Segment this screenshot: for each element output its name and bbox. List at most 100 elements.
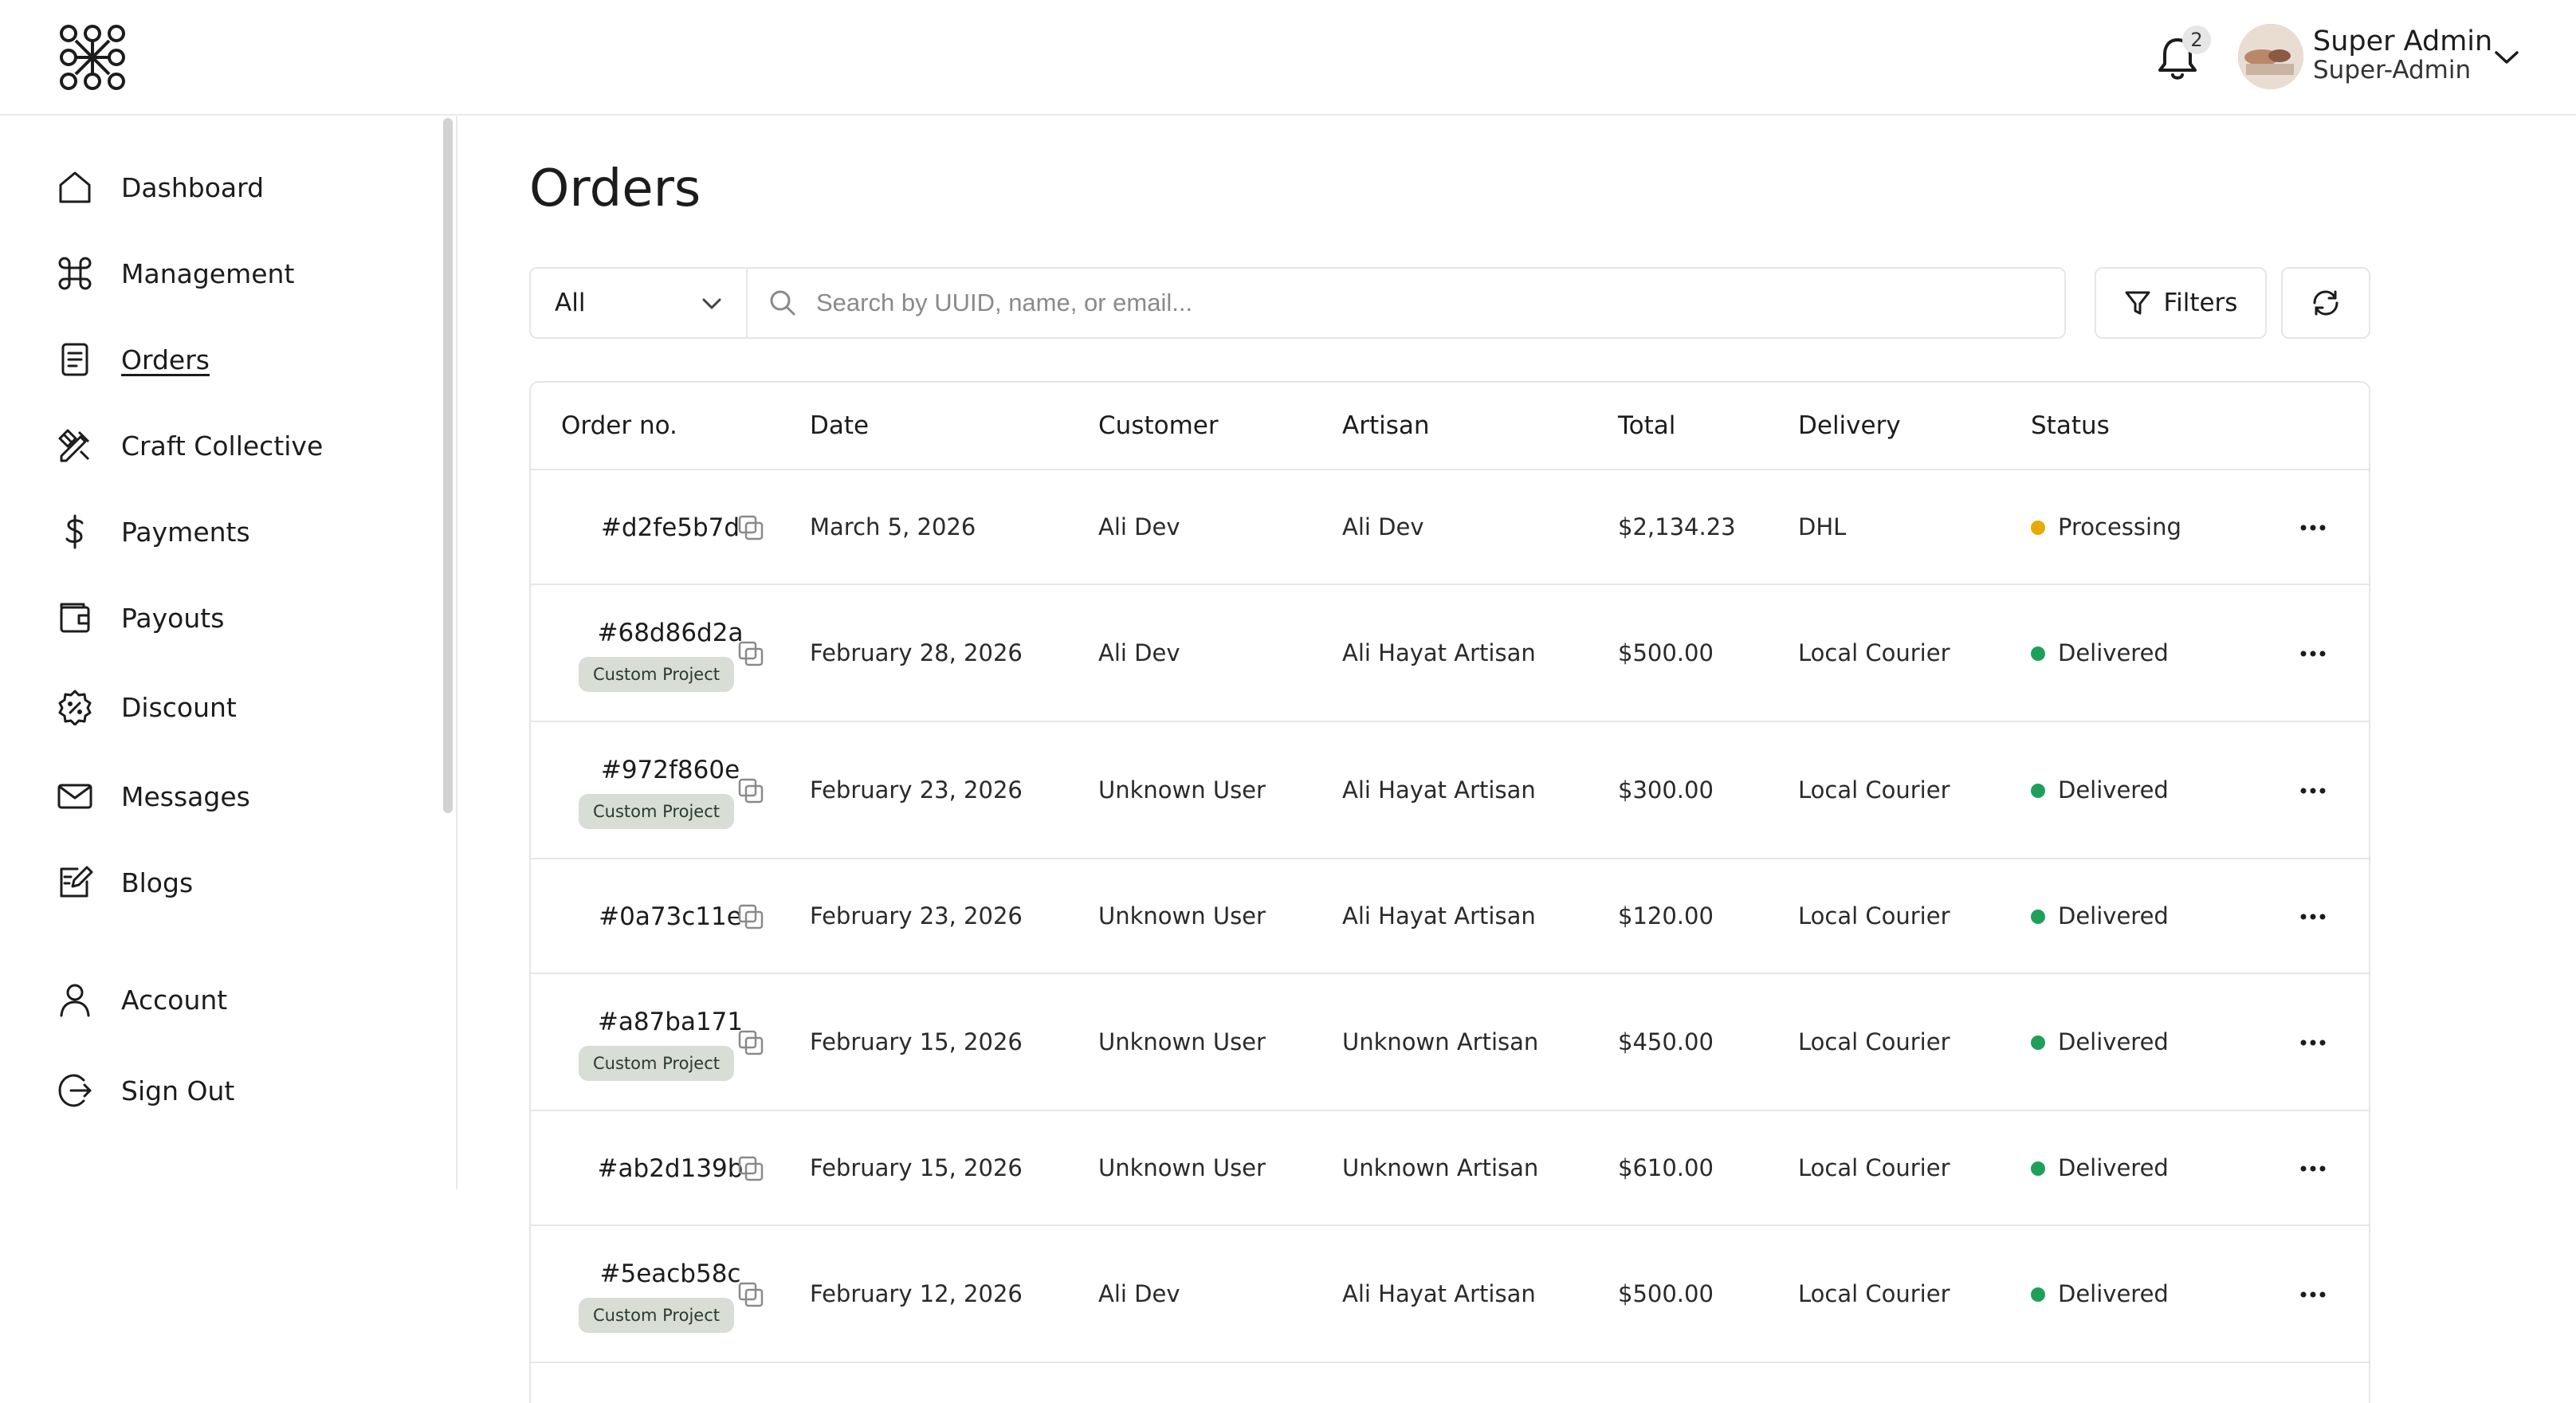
order-total: $2,134.23: [1618, 513, 1736, 540]
search-input[interactable]: [816, 289, 2012, 317]
row-actions-button[interactable]: [2289, 1279, 2337, 1311]
sidebar-scrollbar[interactable]: [443, 118, 453, 813]
sidebar-item-dashboard[interactable]: Dashboard: [54, 163, 264, 211]
refresh-button[interactable]: [2281, 267, 2370, 339]
order-artisan: Unknown Artisan: [1342, 1028, 1539, 1055]
sidebar-item-blogs[interactable]: Blogs: [54, 859, 193, 906]
table-row[interactable]: #0a73c11e February 23, 2026 Unknown User Al…: [531, 859, 2369, 974]
table-header: Order no. Date Customer Artisan Total De…: [531, 383, 2369, 470]
table-row[interactable]: #68d86d2a Custom Project February 28, 2026…: [531, 585, 2369, 722]
copy-icon[interactable]: [736, 902, 765, 931]
order-date: March 5, 2026: [810, 513, 976, 540]
discount-badge-icon: [54, 686, 96, 728]
copy-icon[interactable]: [736, 776, 765, 805]
order-total: $450.00: [1618, 1028, 1714, 1055]
more-horizontal-icon: [2300, 525, 2326, 531]
sidebar-item-management[interactable]: Management: [54, 250, 294, 297]
column-header-order-no: Order no.: [561, 411, 677, 440]
order-customer: Ali Dev: [1098, 1280, 1180, 1307]
order-delivery: Local Courier: [1798, 776, 1950, 804]
status-filter-select[interactable]: All: [529, 267, 746, 339]
sidebar-item-label: Messages: [121, 780, 250, 812]
table-row[interactable]: #d2fe5b7d March 5, 2026 Ali Dev Ali Dev $2,1…: [531, 470, 2369, 585]
custom-project-tag: Custom Project: [579, 1298, 734, 1333]
sidebar-item-label: Sign Out: [121, 1075, 235, 1106]
order-status: Delivered: [2058, 639, 2169, 666]
chevron-down-icon: [702, 298, 721, 309]
copy-icon[interactable]: [736, 1154, 765, 1183]
more-horizontal-icon: [2300, 914, 2326, 920]
filters-button[interactable]: Filters: [2095, 267, 2267, 339]
order-delivery: Local Courier: [1798, 1280, 1950, 1307]
avatar[interactable]: [2238, 24, 2303, 89]
sign-out-icon: [54, 1070, 96, 1111]
tools-icon: [54, 425, 96, 466]
chevron-down-icon[interactable]: [2493, 48, 2520, 67]
order-customer: Unknown User: [1098, 1154, 1266, 1181]
row-actions-button[interactable]: [2289, 638, 2337, 670]
order-status: Delivered: [2058, 776, 2169, 804]
table-row[interactable]: #972f860e Custom Project February 23, 2026…: [531, 722, 2369, 859]
order-status: Delivered: [2058, 1154, 2169, 1181]
order-delivery: Local Courier: [1798, 1154, 1950, 1181]
sidebar-item-discount[interactable]: Discount: [54, 683, 237, 731]
column-header-delivery: Delivery: [1798, 411, 1901, 440]
order-total: $500.00: [1618, 1280, 1714, 1307]
order-customer: Unknown User: [1098, 776, 1266, 804]
sidebar-item-label: Account: [121, 984, 228, 1016]
user-icon: [54, 979, 96, 1020]
status-dot: [2031, 1036, 2045, 1050]
sidebar-item-label: Orders: [121, 344, 210, 375]
table-row[interactable]: #5eacb58c Custom Project February 12, 2026…: [531, 1226, 2369, 1363]
order-id: #0a73c11e: [599, 902, 742, 931]
row-actions-button[interactable]: [2289, 512, 2337, 544]
document-icon: [54, 339, 96, 380]
row-actions-button[interactable]: [2289, 901, 2337, 933]
sidebar-item-payments[interactable]: Payments: [54, 508, 250, 556]
more-horizontal-icon: [2300, 650, 2326, 657]
sidebar-item-orders[interactable]: Orders: [54, 336, 210, 383]
sidebar-item-payouts[interactable]: Payouts: [54, 594, 224, 642]
sidebar-item-label: Management: [121, 257, 295, 289]
status-dot: [2031, 646, 2045, 661]
sidebar-item-account[interactable]: Account: [54, 976, 227, 1024]
copy-icon[interactable]: [736, 1028, 765, 1057]
order-delivery: Local Courier: [1798, 902, 1950, 929]
status-filter-value: All: [555, 289, 586, 317]
page-title: Orders: [529, 159, 701, 218]
status-dot: [2031, 910, 2045, 924]
order-artisan: Unknown Artisan: [1342, 1154, 1539, 1181]
column-header-total: Total: [1618, 411, 1676, 440]
order-date: February 28, 2026: [810, 639, 1023, 666]
order-total: $120.00: [1618, 902, 1714, 929]
refresh-icon: [2313, 290, 2338, 316]
order-delivery: DHL: [1798, 513, 1847, 540]
copy-icon[interactable]: [736, 1280, 765, 1309]
sidebar-item-label: Blogs: [121, 867, 194, 898]
order-id: #d2fe5b7d: [600, 513, 740, 542]
order-status: Delivered: [2058, 902, 2169, 929]
table-row[interactable]: #ab2d139b February 15, 2026 Unknown User Un…: [531, 1111, 2369, 1226]
top-bar: 2 Super Admin Super-Admin: [0, 0, 2576, 116]
sidebar-item-craft-collective[interactable]: Craft Collective: [54, 422, 323, 470]
logo-icon[interactable]: [57, 22, 128, 92]
sidebar-item-label: Payouts: [121, 602, 225, 634]
dollar-icon: [54, 511, 96, 552]
table-row[interactable]: #a87ba171 Custom Project February 15, 2026…: [531, 974, 2369, 1111]
order-date: February 15, 2026: [810, 1028, 1023, 1055]
row-actions-button[interactable]: [2289, 775, 2337, 807]
copy-icon[interactable]: [736, 513, 765, 542]
mail-icon: [54, 776, 96, 817]
row-actions-button[interactable]: [2289, 1153, 2337, 1185]
row-actions-button[interactable]: [2289, 1027, 2337, 1059]
copy-icon[interactable]: [736, 639, 765, 668]
order-status: Delivered: [2058, 1028, 2169, 1055]
orders-table: Order no. Date Customer Artisan Total De…: [529, 381, 2370, 1403]
more-horizontal-icon: [2300, 1165, 2326, 1172]
order-date: February 12, 2026: [810, 1280, 1023, 1307]
custom-project-tag: Custom Project: [579, 794, 734, 829]
order-id: #68d86d2a: [597, 619, 744, 647]
sidebar-item-sign-out[interactable]: Sign Out: [54, 1067, 234, 1114]
search-bar[interactable]: [746, 267, 2066, 339]
sidebar-item-messages[interactable]: Messages: [54, 772, 250, 820]
